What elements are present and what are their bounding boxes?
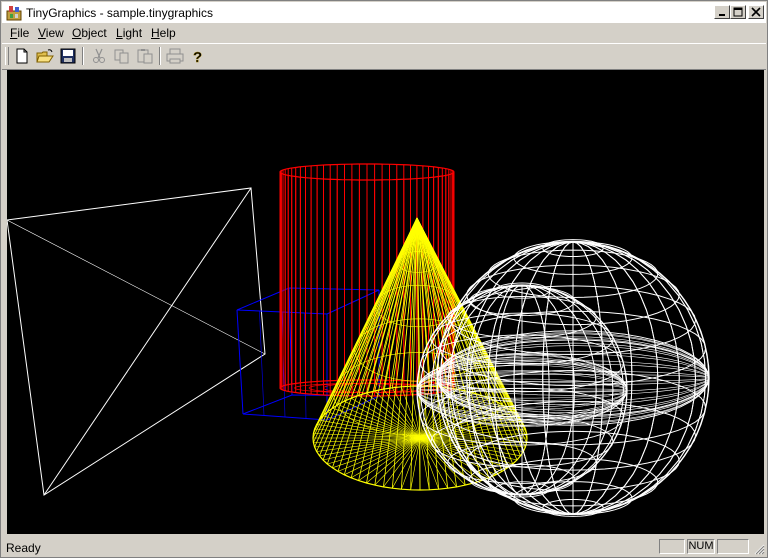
cut-button[interactable]: [89, 47, 109, 65]
status-bar: Ready NUM: [2, 537, 766, 556]
open-icon: [36, 49, 54, 63]
menu-light[interactable]: Light: [116, 26, 142, 40]
scene-canvas[interactable]: [6, 70, 764, 534]
save-icon: [60, 48, 76, 64]
menu-accel: L: [116, 26, 123, 40]
toolbar: ?: [2, 43, 766, 70]
menu-label: elp: [159, 26, 176, 40]
copy-icon: [114, 49, 129, 64]
svg-text:?: ?: [193, 49, 202, 65]
menu-object[interactable]: Object: [72, 26, 107, 40]
print-button[interactable]: [165, 47, 185, 65]
menu-label: iew: [45, 26, 64, 40]
new-button[interactable]: [12, 47, 32, 65]
toolbar-separator: [82, 47, 84, 65]
help-button[interactable]: ?: [188, 47, 208, 66]
tetrahedron-wireframe[interactable]: [6, 187, 266, 496]
menu-help[interactable]: Help: [151, 26, 176, 40]
menu-accel: H: [151, 26, 160, 40]
cut-icon: [93, 48, 105, 63]
close-icon: [751, 7, 761, 17]
menu-bar: File View Object Light Help: [2, 23, 766, 42]
close-button[interactable]: [748, 5, 764, 19]
maximize-button[interactable]: [730, 5, 746, 19]
status-pane-scroll: [717, 539, 749, 554]
title-bar[interactable]: TinyGraphics - sample.tinygraphics: [2, 2, 766, 23]
toolbar-separator: [159, 47, 161, 65]
paste-icon: [137, 49, 153, 64]
status-pane-num: NUM: [687, 539, 715, 554]
3d-viewport[interactable]: [6, 70, 764, 534]
app-icon[interactable]: [6, 5, 22, 21]
menu-label: ight: [122, 26, 143, 40]
toolbar-grip[interactable]: [5, 47, 9, 65]
print-icon: [166, 48, 184, 64]
paste-button[interactable]: [135, 47, 155, 65]
menu-file[interactable]: File: [10, 26, 29, 40]
menu-label: ile: [17, 26, 30, 40]
status-pane-empty: [659, 539, 685, 554]
size-grip-icon[interactable]: [753, 543, 765, 555]
open-button[interactable]: [35, 47, 55, 65]
maximize-icon: [733, 7, 743, 17]
menu-accel: O: [72, 26, 82, 40]
menu-label: bject: [81, 26, 107, 40]
copy-button[interactable]: [112, 47, 132, 65]
status-text: Ready: [6, 541, 41, 555]
minimize-button[interactable]: [714, 5, 730, 19]
minimize-icon: [719, 14, 725, 16]
menu-view[interactable]: View: [38, 26, 64, 40]
sphere-large-wireframe[interactable]: [436, 239, 710, 517]
window-title: TinyGraphics - sample.tinygraphics: [26, 6, 213, 20]
menu-accel: V: [38, 26, 46, 40]
new-icon: [16, 48, 28, 64]
app-window: TinyGraphics - sample.tinygraphics File …: [0, 0, 768, 558]
cone-wireframe[interactable]: [312, 217, 528, 491]
box-wireframe[interactable]: [236, 287, 380, 421]
save-button[interactable]: [58, 47, 78, 65]
help-icon: ?: [193, 49, 203, 66]
